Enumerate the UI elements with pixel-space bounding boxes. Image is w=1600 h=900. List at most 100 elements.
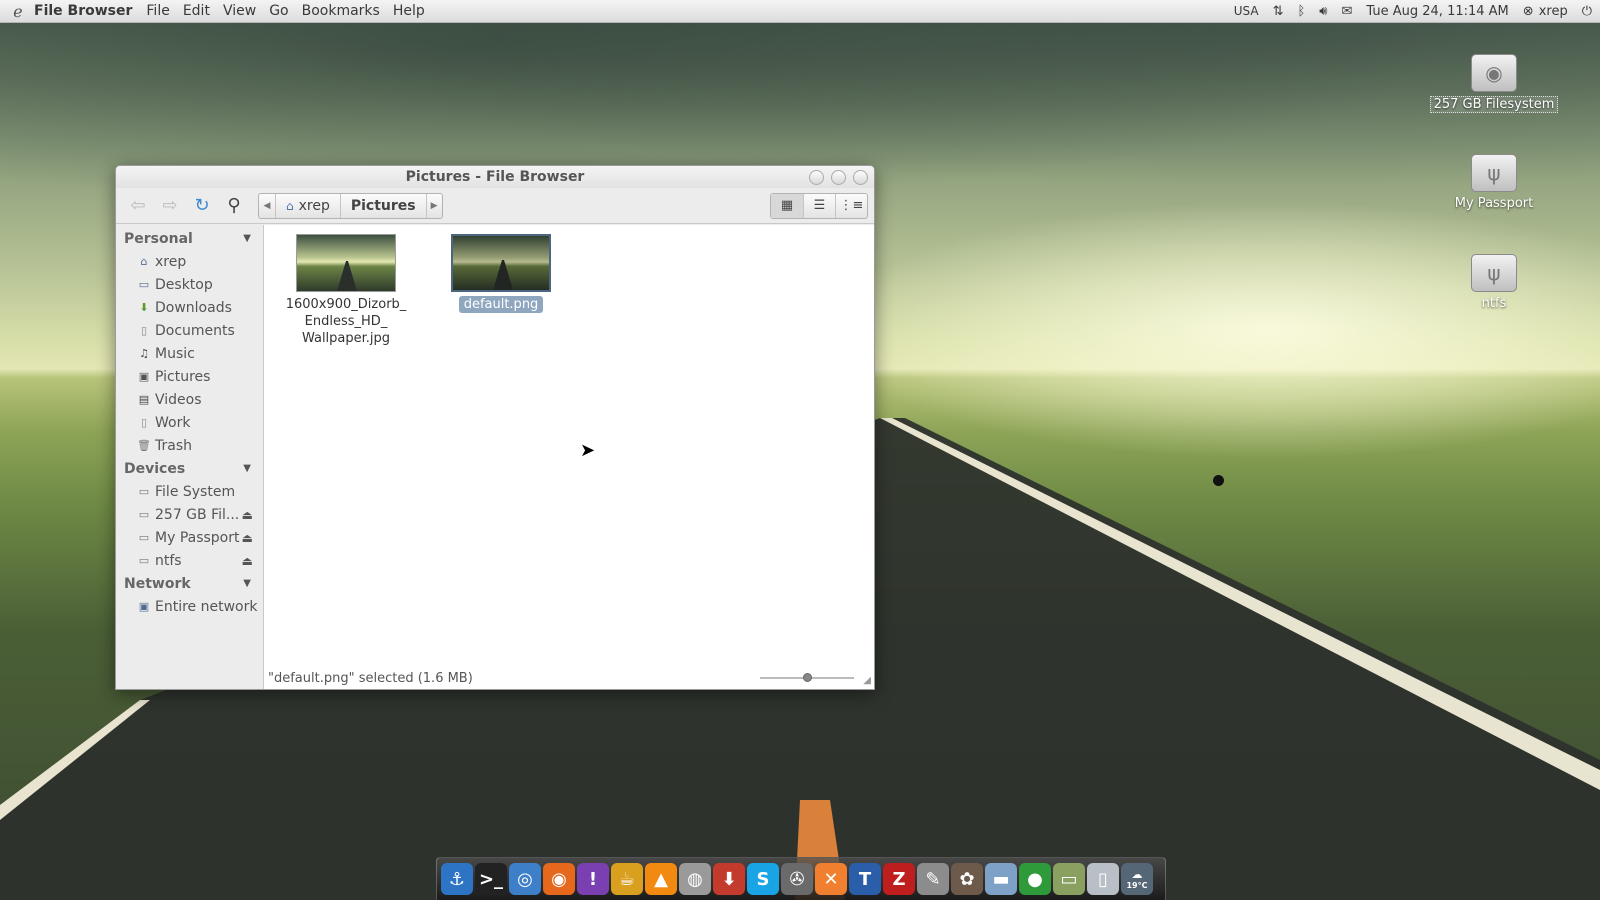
skype-icon[interactable]: S xyxy=(747,863,779,895)
mail-icon[interactable]: ✉ xyxy=(1342,4,1353,19)
user-name[interactable]: xrep xyxy=(1539,4,1568,19)
app-name[interactable]: File Browser xyxy=(34,3,132,19)
desktop-icon-label: My Passport xyxy=(1454,196,1534,211)
filesystem-icon: ▭ xyxy=(138,485,150,498)
weather-icon[interactable]: ☁ 19°C xyxy=(1121,863,1153,895)
terminal-icon[interactable]: >_ xyxy=(475,863,507,895)
green-orb-icon[interactable]: ● xyxy=(1019,863,1051,895)
keyboard-layout-indicator[interactable]: USA xyxy=(1234,4,1259,18)
eject-icon[interactable]: ⏏ xyxy=(242,508,253,522)
file-view[interactable]: 1600x900_Dizorb_ Endless_HD_ Wallpaper.j… xyxy=(264,225,874,689)
desktop-icon-ntfs[interactable]: ψ ntfs xyxy=(1424,254,1564,311)
resize-grip-icon[interactable]: ◢ xyxy=(863,675,871,686)
clock[interactable]: Tue Aug 24, 11:14 AM xyxy=(1366,4,1508,19)
browser-globe-icon[interactable]: ◎ xyxy=(509,863,541,895)
file-item-wallpaper-jpg[interactable]: 1600x900_Dizorb_ Endless_HD_ Wallpaper.j… xyxy=(281,234,411,347)
sidebar-item-xrep[interactable]: ⌂ xrep xyxy=(116,250,263,273)
vlc-cone-icon[interactable]: ▲ xyxy=(645,863,677,895)
menu-view[interactable]: View xyxy=(223,3,256,19)
sidebar-header-network[interactable]: Network ▼ xyxy=(116,572,263,595)
sidebar-item-257gb[interactable]: ▭ 257 GB Fil... ⏏ xyxy=(116,503,263,526)
file-thumbnail xyxy=(451,234,551,292)
forward-button[interactable]: ⇨ xyxy=(154,192,186,220)
menu-file[interactable]: File xyxy=(146,3,169,19)
speaker-icon[interactable]: ◍ xyxy=(679,863,711,895)
menu-bookmarks[interactable]: Bookmarks xyxy=(302,3,380,19)
minimize-button[interactable] xyxy=(809,170,824,185)
sidebar-item-entire-network[interactable]: ▣ Entire network xyxy=(116,595,263,618)
breadcrumb-pictures[interactable]: Pictures xyxy=(339,193,426,218)
download-manager-icon[interactable]: ⬇ xyxy=(713,863,745,895)
zoom-slider-handle[interactable] xyxy=(802,673,812,682)
sidebar-item-ntfs[interactable]: ▭ ntfs ⏏ xyxy=(116,549,263,572)
window-titlebar[interactable]: Pictures - File Browser xyxy=(116,166,874,188)
list-view-button[interactable]: ☰ xyxy=(803,193,835,218)
sidebar-item-label: Documents xyxy=(155,322,235,339)
back-button[interactable]: ⇦ xyxy=(122,192,154,220)
chat-bubble-icon[interactable]: ! xyxy=(577,863,609,895)
media-reel-icon[interactable]: ✇ xyxy=(781,863,813,895)
menu-help[interactable]: Help xyxy=(393,3,425,19)
bluetooth-icon[interactable]: ᛒ xyxy=(1297,4,1305,19)
breadcrumb-xrep[interactable]: ⌂ xrep xyxy=(275,193,340,218)
anchor-icon[interactable]: ⚓ xyxy=(441,863,473,895)
gimp-icon[interactable]: ✿ xyxy=(951,863,983,895)
user-status-icon[interactable]: ⊗ xyxy=(1523,4,1534,19)
icon-view-button[interactable]: ▦ xyxy=(771,193,803,218)
text-editor-icon[interactable]: T xyxy=(849,863,881,895)
sidebar-item-trash[interactable]: 🗑︎ Trash xyxy=(116,434,263,457)
sidebar-item-downloads[interactable]: ⬇ Downloads xyxy=(116,296,263,319)
image-viewer-icon[interactable]: ▭ xyxy=(1053,863,1085,895)
music-icon: ♫ xyxy=(139,347,149,360)
power-icon[interactable]: ⏻ xyxy=(1582,4,1592,19)
menu-go[interactable]: Go xyxy=(269,3,288,19)
file-item-default-png[interactable]: default.png xyxy=(436,234,566,313)
zoom-slider[interactable] xyxy=(760,673,854,682)
path-scroll-right-icon[interactable]: ▶ xyxy=(425,193,442,218)
teapot-icon[interactable]: ☕ xyxy=(611,863,643,895)
volume-icon[interactable]: 🔊︎ xyxy=(1319,4,1327,19)
sidebar-header-label: Network xyxy=(124,575,191,592)
close-button[interactable] xyxy=(853,170,868,185)
desktop-icon-257gb[interactable]: ◉ 257 GB Filesystem xyxy=(1424,54,1564,113)
sidebar-item-work[interactable]: ▯ Work xyxy=(116,411,263,434)
notepad-icon[interactable]: ✎ xyxy=(917,863,949,895)
hard-disk-icon: ◉ xyxy=(1471,54,1517,92)
eject-icon[interactable]: ⏏ xyxy=(242,554,253,568)
sidebar-item-file-system[interactable]: ▭ File System xyxy=(116,480,263,503)
home-folder-icon: ⌂ xyxy=(286,198,294,213)
mouse-pointer-icon: ➤ xyxy=(580,440,596,461)
drive-icon: ▭ xyxy=(138,554,150,567)
app-menu-icon[interactable]: ℯ xyxy=(8,1,28,21)
sidebar-header-devices[interactable]: Devices ▼ xyxy=(116,457,263,480)
filezilla-icon[interactable]: Z xyxy=(883,863,915,895)
maximize-button[interactable] xyxy=(831,170,846,185)
firefox-icon[interactable]: ◉ xyxy=(543,863,575,895)
folder-icon[interactable]: ▬ xyxy=(985,863,1017,895)
crossover-icon[interactable]: ✕ xyxy=(815,863,847,895)
menu-edit[interactable]: Edit xyxy=(183,3,210,19)
sidebar-item-my-passport[interactable]: ▭ My Passport ⏏ xyxy=(116,526,263,549)
collapse-triangle-icon[interactable]: ▼ xyxy=(243,578,251,589)
sidebar-item-videos[interactable]: ▤ Videos xyxy=(116,388,263,411)
sidebar-item-label: My Passport xyxy=(155,529,240,546)
sidebar-item-documents[interactable]: ▯ Documents xyxy=(116,319,263,342)
search-button[interactable]: ⚲ xyxy=(218,192,250,220)
sidebar-header-label: Devices xyxy=(124,460,186,477)
compact-view-button[interactable]: ⋮≡ xyxy=(835,193,867,218)
desktop-icon-my-passport[interactable]: ψ My Passport xyxy=(1424,154,1564,211)
collapse-triangle-icon[interactable]: ▼ xyxy=(243,233,251,244)
sidebar-item-pictures[interactable]: ▣ Pictures xyxy=(116,365,263,388)
sidebar-item-desktop[interactable]: ▭ Desktop xyxy=(116,273,263,296)
sidebar-item-music[interactable]: ♫ Music xyxy=(116,342,263,365)
breadcrumb-label: Pictures xyxy=(350,197,416,214)
path-scroll-left-icon[interactable]: ◀ xyxy=(259,194,275,218)
reload-button[interactable]: ↻ xyxy=(186,192,218,220)
network-icon[interactable]: ⇅ xyxy=(1273,4,1284,19)
eject-icon[interactable]: ⏏ xyxy=(242,531,253,545)
collapse-triangle-icon[interactable]: ▼ xyxy=(243,463,251,474)
downloads-icon: ⬇ xyxy=(139,301,149,314)
trash-can-icon[interactable]: ▯ xyxy=(1087,863,1119,895)
drive-icon: ▭ xyxy=(138,531,150,544)
sidebar-header-personal[interactable]: Personal ▼ xyxy=(116,227,263,250)
